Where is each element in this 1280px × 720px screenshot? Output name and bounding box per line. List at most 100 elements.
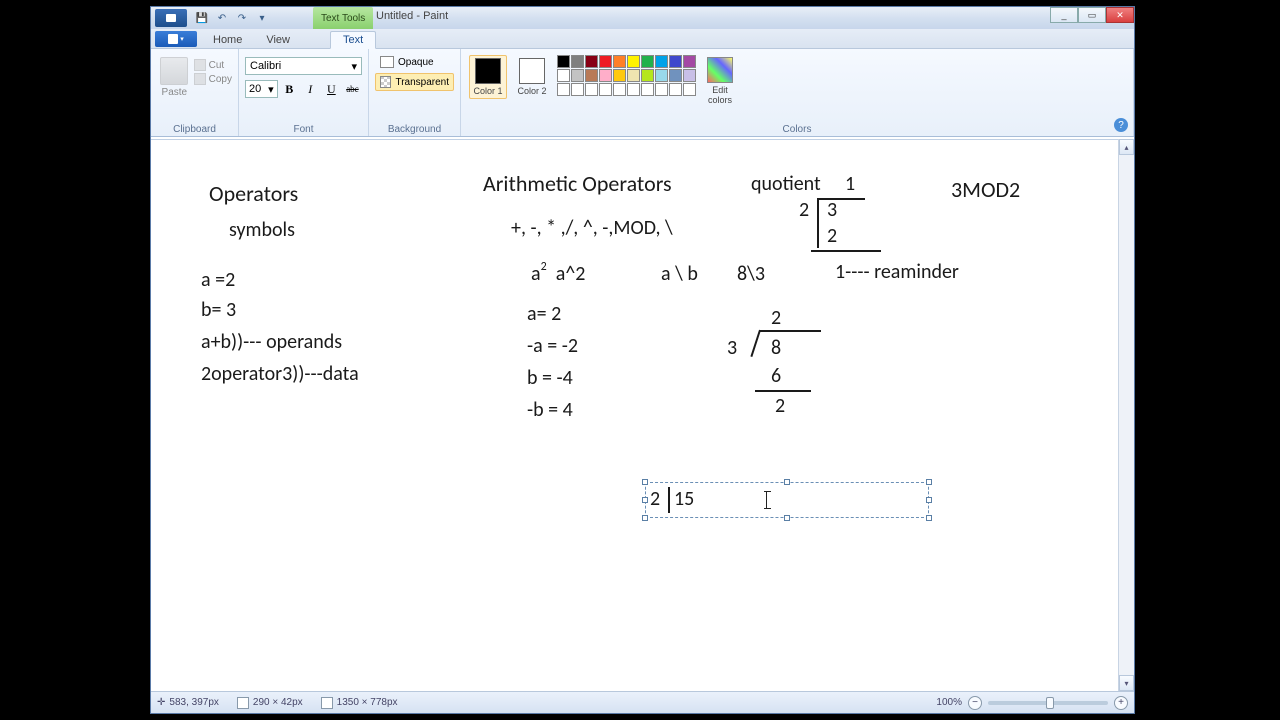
group-colors: Color 1 Color 2 Edit colors Colors <box>461 49 1134 136</box>
undo-icon[interactable]: ↶ <box>213 9 231 27</box>
zoom-slider[interactable] <box>988 701 1108 705</box>
palette-color[interactable] <box>571 69 584 82</box>
italic-button[interactable]: I <box>301 79 320 99</box>
palette-color[interactable] <box>557 83 570 96</box>
palette-color[interactable] <box>669 69 682 82</box>
canvas-text: 3 <box>827 198 837 222</box>
resize-handle[interactable] <box>926 497 932 503</box>
font-size-select[interactable]: 20▾ <box>245 80 278 98</box>
palette-color[interactable] <box>571 55 584 68</box>
palette-color[interactable] <box>585 55 598 68</box>
titlebar: 💾 ↶ ↷ ▾ Text Tools Untitled - Paint _ ▭ … <box>151 7 1134 29</box>
palette-color[interactable] <box>641 55 654 68</box>
tab-view[interactable]: View <box>254 32 302 48</box>
palette-color[interactable] <box>627 69 640 82</box>
canvas-text: a2 a^2 <box>531 262 585 286</box>
transparent-option[interactable]: Transparent <box>375 73 454 91</box>
palette-color[interactable] <box>571 83 584 96</box>
palette-color[interactable] <box>599 69 612 82</box>
canvas-line <box>759 330 821 332</box>
palette-color[interactable] <box>669 83 682 96</box>
canvas-text: 2 <box>799 198 809 222</box>
close-button[interactable]: ✕ <box>1106 7 1134 23</box>
underline-button[interactable]: U <box>322 79 341 99</box>
palette-color[interactable] <box>613 69 626 82</box>
paste-button[interactable]: Paste <box>157 55 192 98</box>
resize-handle[interactable] <box>642 515 648 521</box>
paste-icon <box>160 57 188 85</box>
palette-color[interactable] <box>557 69 570 82</box>
canvas-text: a =2 <box>201 268 235 292</box>
cut-button[interactable]: Cut <box>194 59 232 71</box>
scroll-down-button[interactable]: ▾ <box>1119 675 1134 691</box>
palette-color[interactable] <box>655 55 668 68</box>
color1-button[interactable]: Color 1 <box>469 55 507 99</box>
scroll-up-button[interactable]: ▴ <box>1119 139 1134 155</box>
palette-color[interactable] <box>627 83 640 96</box>
canvas-text: 3MOD2 <box>951 176 1020 203</box>
resize-handle[interactable] <box>926 479 932 485</box>
group-clipboard: Paste Cut Copy Clipboard <box>151 49 239 136</box>
palette-color[interactable] <box>599 55 612 68</box>
palette-color[interactable] <box>669 55 682 68</box>
canvas-line <box>668 487 670 513</box>
palette-color[interactable] <box>613 83 626 96</box>
active-text-box[interactable]: 2 15 <box>645 482 929 518</box>
palette-color[interactable] <box>641 69 654 82</box>
palette-color[interactable] <box>655 83 668 96</box>
group-background: Opaque Transparent Background <box>369 49 461 136</box>
resize-handle[interactable] <box>642 497 648 503</box>
palette-color[interactable] <box>683 83 696 96</box>
tab-text[interactable]: Text <box>330 31 376 49</box>
quick-access-toolbar: 💾 ↶ ↷ ▾ <box>151 9 275 27</box>
canvas-text: Operators <box>209 180 298 207</box>
file-menu-button[interactable] <box>155 31 197 47</box>
color-palette <box>557 55 696 96</box>
palette-color[interactable] <box>557 55 570 68</box>
redo-icon[interactable]: ↷ <box>233 9 251 27</box>
palette-color[interactable] <box>655 69 668 82</box>
canvas-line <box>817 198 819 248</box>
palette-color[interactable] <box>627 55 640 68</box>
maximize-button[interactable]: ▭ <box>1078 7 1106 23</box>
color2-button[interactable]: Color 2 <box>513 55 551 99</box>
help-button[interactable]: ? <box>1114 118 1128 132</box>
tab-home[interactable]: Home <box>201 32 254 48</box>
save-icon[interactable]: 💾 <box>193 9 211 27</box>
palette-color[interactable] <box>599 83 612 96</box>
chevron-down-icon: ▾ <box>268 83 274 96</box>
strike-button[interactable]: abc <box>343 79 362 99</box>
canvas-area[interactable]: Operators symbols a =2 b= 3 a+b))--- ope… <box>151 139 1134 691</box>
resize-handle[interactable] <box>784 479 790 485</box>
opaque-option[interactable]: Opaque <box>375 53 454 71</box>
palette-color[interactable] <box>683 69 696 82</box>
color2-swatch <box>519 58 545 84</box>
palette-color[interactable] <box>585 83 598 96</box>
canvas-text: -a = -2 <box>527 334 578 358</box>
font-family-select[interactable]: Calibri▾ <box>245 57 362 75</box>
canvas-text: 8\3 <box>737 262 765 286</box>
resize-handle[interactable] <box>784 515 790 521</box>
app-menu-button[interactable] <box>155 9 187 27</box>
resize-handle[interactable] <box>926 515 932 521</box>
cut-icon <box>194 59 206 71</box>
copy-button[interactable]: Copy <box>194 73 232 85</box>
edit-colors-button[interactable]: Edit colors <box>702 55 738 105</box>
qat-dropdown-icon[interactable]: ▾ <box>253 9 271 27</box>
minimize-button[interactable]: _ <box>1050 7 1078 23</box>
palette-color[interactable] <box>683 55 696 68</box>
zoom-out-button[interactable]: − <box>968 696 982 710</box>
canvas-text: 6 <box>771 364 781 388</box>
palette-color[interactable] <box>585 69 598 82</box>
vertical-scrollbar[interactable]: ▴ ▾ <box>1118 139 1134 691</box>
zoom-thumb[interactable] <box>1046 697 1054 709</box>
edit-colors-icon <box>707 57 733 83</box>
resize-handle[interactable] <box>642 479 648 485</box>
palette-color[interactable] <box>641 83 654 96</box>
bold-button[interactable]: B <box>280 79 299 99</box>
canvas-text: 2 <box>775 394 785 418</box>
canvas-size: 1350 × 778px <box>321 697 398 709</box>
zoom-in-button[interactable]: + <box>1114 696 1128 710</box>
canvas-text: -b = 4 <box>527 398 573 422</box>
palette-color[interactable] <box>613 55 626 68</box>
